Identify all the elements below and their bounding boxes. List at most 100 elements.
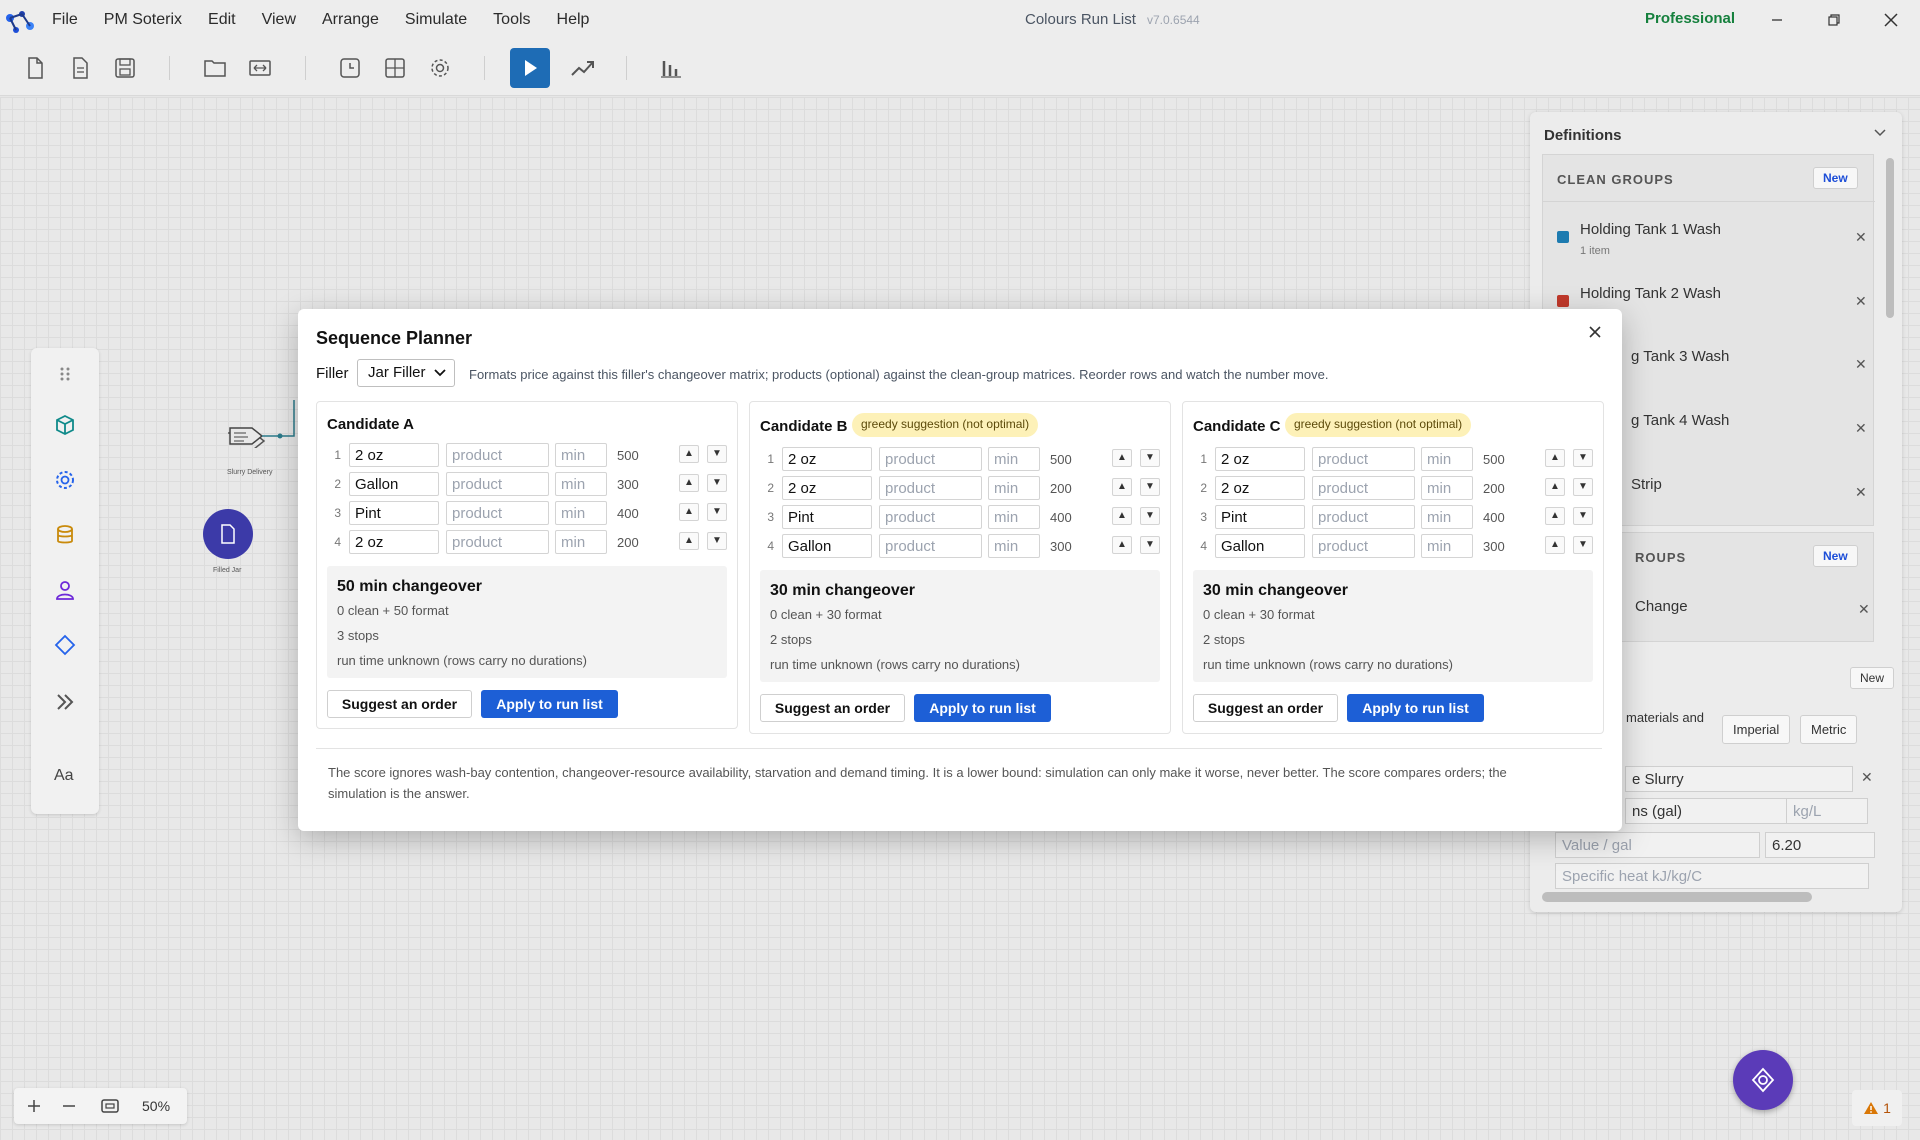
trend-button[interactable] — [567, 52, 599, 84]
min-field[interactable]: min — [555, 443, 607, 467]
new-format-group-button[interactable]: New — [1813, 545, 1858, 567]
format-field[interactable]: 2 oz — [349, 443, 439, 467]
format-group-name[interactable]: Change — [1635, 598, 1688, 615]
product-field[interactable]: product — [1312, 505, 1415, 529]
move-down-button[interactable]: ▼ — [707, 503, 727, 521]
move-up-button[interactable]: ▲ — [679, 532, 699, 550]
format-field[interactable]: 2 oz — [349, 530, 439, 554]
min-field[interactable]: min — [1421, 447, 1473, 471]
menu-edit[interactable]: Edit — [208, 11, 236, 29]
remove-icon[interactable]: ✕ — [1855, 293, 1867, 310]
imperial-button[interactable]: Imperial — [1722, 715, 1791, 744]
move-up-button[interactable]: ▲ — [679, 474, 699, 492]
apply-to-run-list-button[interactable]: Apply to run list — [481, 690, 618, 718]
format-field[interactable]: Pint — [782, 505, 872, 529]
cube-icon[interactable] — [51, 411, 79, 439]
format-field[interactable]: 2 oz — [1215, 447, 1305, 471]
move-down-button[interactable]: ▼ — [1573, 536, 1593, 554]
assistant-fab-button[interactable] — [1733, 1050, 1793, 1110]
diamond-icon[interactable] — [51, 631, 79, 659]
run-row[interactable]: 2 Gallon product min 300 ▲ ▼ — [327, 472, 729, 496]
product-field[interactable]: product — [446, 443, 549, 467]
suggest-order-button[interactable]: Suggest an order — [327, 690, 472, 718]
product-field[interactable]: product — [446, 530, 549, 554]
remove-icon[interactable]: ✕ — [1855, 420, 1867, 437]
move-up-button[interactable]: ▲ — [679, 503, 699, 521]
move-down-button[interactable]: ▼ — [1573, 478, 1593, 496]
new-clean-group-button[interactable]: New — [1813, 167, 1858, 189]
menu-help[interactable]: Help — [557, 11, 590, 29]
run-row[interactable]: 2 2 oz product min 200 ▲ ▼ — [1193, 476, 1595, 500]
schedule-button[interactable] — [334, 52, 366, 84]
clean-group-item[interactable]: Holding Tank 1 Wash 1 item ✕ — [1555, 211, 1867, 267]
save-button[interactable] — [109, 52, 141, 84]
filler-select[interactable]: Jar Filler — [357, 359, 455, 387]
text-style-icon[interactable]: Aa — [51, 760, 79, 788]
product-field[interactable]: product — [446, 501, 549, 525]
min-field[interactable]: min — [1421, 476, 1473, 500]
run-simulation-button[interactable] — [510, 48, 550, 88]
suggest-order-button[interactable]: Suggest an order — [1193, 694, 1338, 722]
move-up-button[interactable]: ▲ — [1545, 449, 1565, 467]
min-field[interactable]: min — [555, 472, 607, 496]
menu-file[interactable]: File — [52, 11, 78, 29]
product-field[interactable]: product — [879, 534, 982, 558]
menu-tools[interactable]: Tools — [493, 11, 530, 29]
density-field[interactable]: kg/L — [1786, 798, 1868, 824]
min-field[interactable]: min — [1421, 534, 1473, 558]
new-material-button[interactable]: New — [1850, 667, 1895, 689]
min-field[interactable]: min — [1421, 505, 1473, 529]
product-field[interactable]: product — [446, 472, 549, 496]
format-field[interactable]: 2 oz — [782, 447, 872, 471]
menu-simulate[interactable]: Simulate — [405, 11, 467, 29]
new-file-button[interactable] — [19, 52, 51, 84]
move-down-button[interactable]: ▼ — [1573, 507, 1593, 525]
run-row[interactable]: 4 Gallon product min 300 ▲ ▼ — [1193, 534, 1595, 558]
menu-view[interactable]: View — [262, 11, 296, 29]
remove-icon[interactable]: ✕ — [1861, 769, 1873, 786]
specific-heat-field[interactable]: Specific heat kJ/kg/C — [1555, 863, 1869, 889]
product-field[interactable]: product — [1312, 447, 1415, 471]
run-row[interactable]: 4 Gallon product min 300 ▲ ▼ — [760, 534, 1162, 558]
move-up-button[interactable]: ▲ — [679, 445, 699, 463]
format-field[interactable]: 2 oz — [782, 476, 872, 500]
move-down-button[interactable]: ▼ — [1573, 449, 1593, 467]
close-window-button[interactable] — [1876, 6, 1906, 34]
format-field[interactable]: Pint — [1215, 505, 1305, 529]
min-field[interactable]: min — [555, 501, 607, 525]
minimize-button[interactable] — [1762, 6, 1792, 34]
user-icon[interactable] — [51, 576, 79, 604]
remove-icon[interactable]: ✕ — [1855, 229, 1867, 246]
grid-button[interactable] — [379, 52, 411, 84]
format-field[interactable]: Gallon — [349, 472, 439, 496]
move-up-button[interactable]: ▲ — [1112, 507, 1132, 525]
run-row[interactable]: 3 Pint product min 400 ▲ ▼ — [760, 505, 1162, 529]
move-down-button[interactable]: ▼ — [707, 445, 727, 463]
apply-to-run-list-button[interactable]: Apply to run list — [914, 694, 1051, 722]
drag-handle-icon[interactable] — [51, 360, 79, 388]
open-folder-button[interactable] — [199, 52, 231, 84]
filled-jar-node[interactable] — [203, 509, 253, 559]
menu-arrange[interactable]: Arrange — [322, 11, 379, 29]
move-down-button[interactable]: ▼ — [1140, 536, 1160, 554]
move-up-button[interactable]: ▲ — [1112, 449, 1132, 467]
apply-to-run-list-button[interactable]: Apply to run list — [1347, 694, 1484, 722]
move-down-button[interactable]: ▼ — [1140, 449, 1160, 467]
open-document-button[interactable] — [64, 52, 96, 84]
settings-button[interactable] — [424, 52, 456, 84]
suggest-order-button[interactable]: Suggest an order — [760, 694, 905, 722]
product-field[interactable]: product — [879, 476, 982, 500]
run-row[interactable]: 1 2 oz product min 500 ▲ ▼ — [760, 447, 1162, 471]
format-field[interactable]: Pint — [349, 501, 439, 525]
format-field[interactable]: Gallon — [1215, 534, 1305, 558]
zoom-in-button[interactable] — [22, 1094, 46, 1118]
double-chevron-right-icon[interactable] — [51, 688, 79, 716]
zoom-out-button[interactable] — [57, 1094, 81, 1118]
run-row[interactable]: 2 2 oz product min 200 ▲ ▼ — [760, 476, 1162, 500]
move-up-button[interactable]: ▲ — [1545, 507, 1565, 525]
min-field[interactable]: min — [988, 505, 1040, 529]
fit-width-button[interactable] — [244, 52, 276, 84]
menu-pm-soterix[interactable]: PM Soterix — [104, 11, 182, 29]
remove-icon[interactable]: ✕ — [1855, 484, 1867, 501]
move-down-button[interactable]: ▼ — [1140, 478, 1160, 496]
